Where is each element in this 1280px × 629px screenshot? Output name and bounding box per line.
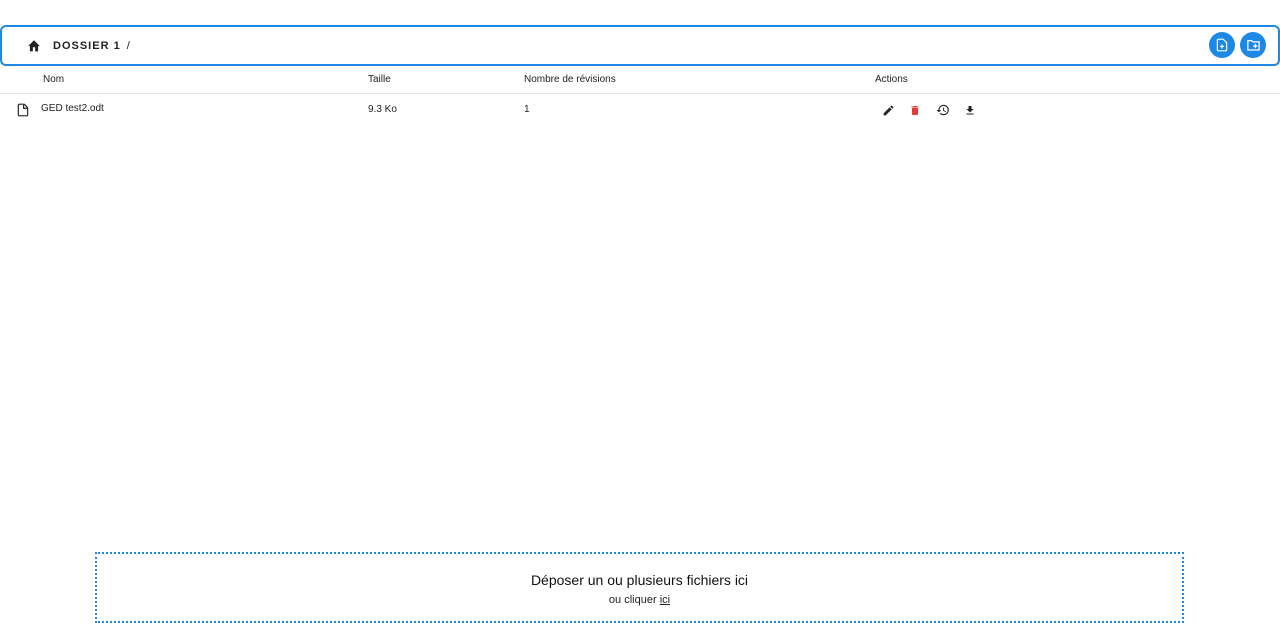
file-revisions: 1 <box>524 104 530 115</box>
dropzone-click-link[interactable]: ici <box>660 594 670 606</box>
column-header-name[interactable]: Nom <box>43 74 64 85</box>
column-header-revisions[interactable]: Nombre de révisions <box>524 74 616 85</box>
home-icon <box>28 39 40 51</box>
edit-icon <box>883 105 893 115</box>
download-button[interactable] <box>962 102 978 118</box>
delete-icon <box>911 105 919 115</box>
file-plus-icon <box>1216 38 1228 52</box>
file-name[interactable]: GED test2.odt <box>41 103 104 114</box>
file-dropzone[interactable]: Déposer un ou plusieurs fichiers ici ou … <box>95 552 1184 623</box>
history-button[interactable] <box>935 102 951 118</box>
history-icon <box>936 104 949 116</box>
column-header-size[interactable]: Taille <box>368 74 391 85</box>
dropzone-subtitle: ou cliquer ici <box>97 594 1182 606</box>
dropzone-subtitle-prefix: ou cliquer <box>608 594 657 606</box>
folder-plus-icon <box>1246 40 1260 51</box>
table-header: Nom Taille Nombre de révisions Actions <box>0 66 1280 94</box>
column-header-actions: Actions <box>875 74 908 85</box>
edit-button[interactable] <box>880 102 896 118</box>
home-button[interactable] <box>22 33 46 57</box>
breadcrumb-folder[interactable]: DOSSIER 1 <box>53 40 121 52</box>
breadcrumb-toolbar: DOSSIER 1 / <box>0 25 1280 66</box>
breadcrumb-separator: / <box>126 39 131 52</box>
file-icon <box>17 103 29 117</box>
file-size: 9.3 Ko <box>368 104 397 115</box>
delete-button[interactable] <box>907 102 923 118</box>
download-icon <box>966 105 974 114</box>
dropzone-title: Déposer un ou plusieurs fichiers ici <box>530 572 749 588</box>
table-row[interactable]: GED test2.odt 9.3 Ko 1 <box>0 94 1280 126</box>
breadcrumb: DOSSIER 1 / <box>53 27 131 64</box>
new-file-button[interactable] <box>1209 32 1235 58</box>
new-folder-button[interactable] <box>1240 32 1266 58</box>
